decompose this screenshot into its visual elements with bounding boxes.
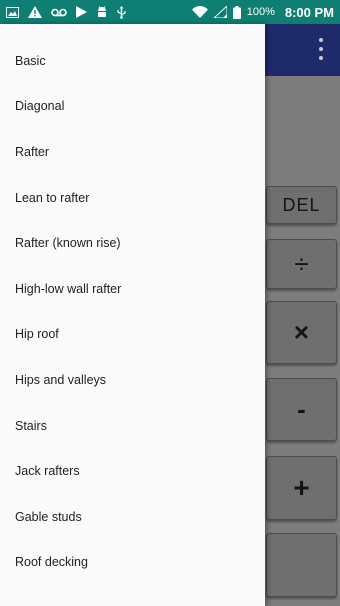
signal-icon bbox=[213, 6, 227, 18]
usb-icon bbox=[117, 5, 126, 19]
drawer-item-gable-studs[interactable]: Gable studs bbox=[0, 494, 265, 540]
drawer-item-jack-rafters[interactable]: Jack rafters bbox=[0, 448, 265, 494]
status-bar-right: 100% 8:00 PM bbox=[191, 4, 334, 20]
drawer-item-hips-and-valleys[interactable]: Hips and valleys bbox=[0, 357, 265, 403]
drawer-item-lean-to-rafter[interactable]: Lean to rafter bbox=[0, 175, 265, 221]
clock: 8:00 PM bbox=[284, 4, 334, 20]
image-icon bbox=[6, 6, 19, 18]
overflow-menu-icon[interactable] bbox=[316, 38, 326, 60]
status-bar-left-icons bbox=[6, 5, 126, 19]
drawer-item-rafter-known-rise[interactable]: Rafter (known rise) bbox=[0, 220, 265, 266]
minus-button[interactable]: - bbox=[266, 378, 337, 441]
wifi-icon bbox=[191, 6, 208, 18]
plus-button[interactable]: + bbox=[266, 456, 337, 520]
drawer-item-roof-decking[interactable]: Roof decking bbox=[0, 540, 265, 586]
multiply-button[interactable]: × bbox=[266, 301, 337, 364]
equals-button[interactable] bbox=[266, 533, 337, 597]
drawer-item-rafter[interactable]: Rafter bbox=[0, 129, 265, 175]
drawer-menu: Basic Diagonal Rafter Lean to rafter Raf… bbox=[0, 38, 265, 585]
drawer-item-diagonal[interactable]: Diagonal bbox=[0, 84, 265, 130]
warning-icon bbox=[28, 6, 42, 18]
drawer-item-high-low-wall-rafter[interactable]: High-low wall rafter bbox=[0, 266, 265, 312]
drawer-item-hip-roof[interactable]: Hip roof bbox=[0, 312, 265, 358]
navigation-drawer: Basic Diagonal Rafter Lean to rafter Raf… bbox=[0, 24, 265, 606]
voicemail-icon bbox=[51, 8, 67, 17]
del-button[interactable]: DEL bbox=[266, 186, 337, 224]
battery-percent: 100% bbox=[246, 6, 275, 18]
status-bar: 100% 8:00 PM bbox=[0, 0, 340, 24]
divide-button[interactable]: ÷ bbox=[266, 239, 337, 289]
android-icon bbox=[96, 6, 108, 18]
drawer-item-basic[interactable]: Basic bbox=[0, 38, 265, 84]
drawer-item-stairs[interactable]: Stairs bbox=[0, 403, 265, 449]
play-store-icon bbox=[76, 6, 87, 18]
battery-icon bbox=[232, 5, 241, 19]
